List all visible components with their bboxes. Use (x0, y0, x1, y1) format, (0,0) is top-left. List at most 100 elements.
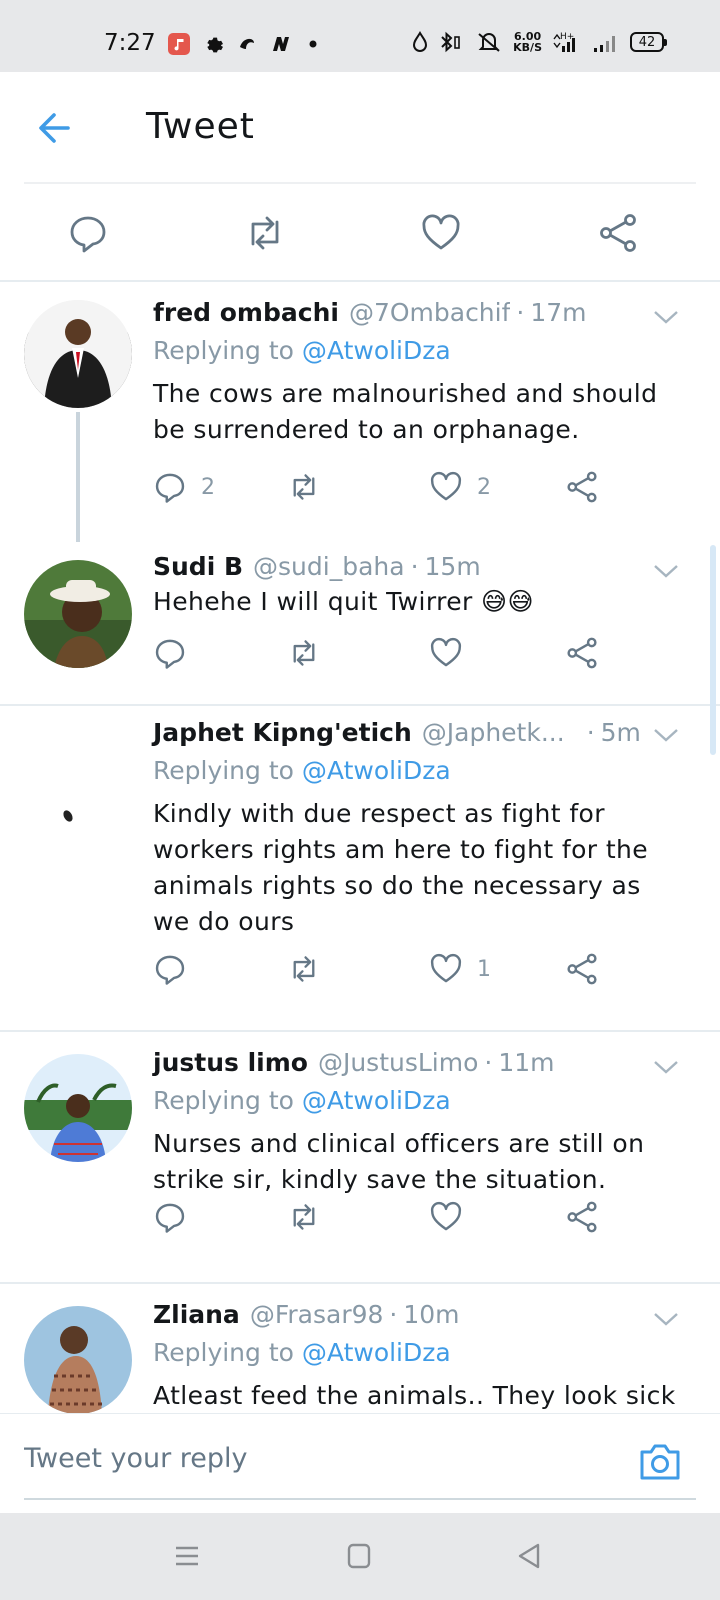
timestamp: 5m (600, 718, 641, 747)
share-icon (567, 1201, 597, 1233)
share-icon (567, 471, 597, 503)
like-heart-icon (430, 1201, 462, 1231)
reply-input[interactable] (24, 1436, 624, 1480)
reply-icon[interactable] (67, 212, 109, 254)
share-button[interactable] (565, 470, 599, 504)
like-count: 1 (477, 956, 491, 982)
status-indicators: 6.00 KB/S H+ 42 (411, 30, 667, 54)
scrollbar[interactable] (710, 545, 716, 755)
reply-text: The cows are malnourished and should be … (153, 379, 658, 444)
replying-to: Replying to @AtwoliDza (153, 336, 451, 365)
retweet-icon (293, 474, 315, 500)
reply-text: Atleast feed the animals.. They look sic… (153, 1381, 676, 1410)
mention-link[interactable]: @AtwoliDza (302, 1086, 451, 1115)
retweet-button[interactable] (287, 952, 321, 986)
back-arrow-icon[interactable] (34, 108, 74, 148)
app-notification-icon (236, 33, 258, 55)
reply-text: Kindly with due respect as fight for wor… (153, 799, 649, 936)
chevron-down-icon[interactable] (652, 562, 680, 580)
timestamp: 15m (424, 552, 481, 581)
like-button[interactable]: 2 (429, 470, 491, 504)
reply-header: Zliana @Frasar98 · 10m (153, 1300, 650, 1329)
reply-button[interactable] (153, 636, 201, 670)
chevron-down-icon[interactable] (652, 1058, 680, 1076)
reply-icon (155, 1203, 185, 1233)
chevron-down-icon[interactable] (652, 726, 680, 744)
timestamp: 17m (530, 298, 587, 327)
signal-strength-icon (594, 36, 615, 52)
retweet-button[interactable] (287, 636, 321, 670)
menu-icon[interactable] (170, 1541, 204, 1571)
reply-header: fred ombachi @7Ombachif · 17m (153, 298, 650, 327)
reply-item[interactable]: Japhet Kipng'etich @Japhetk... · 5m Repl… (0, 706, 720, 1032)
author-name[interactable]: Sudi B (153, 552, 243, 581)
chevron-down-icon[interactable] (652, 1310, 680, 1328)
avatar[interactable] (24, 1054, 132, 1162)
author-handle: @sudi_baha (253, 552, 405, 581)
music-app-icon (168, 33, 190, 55)
replying-to: Replying to @AtwoliDza (153, 1086, 451, 1115)
mention-link[interactable]: @AtwoliDza (302, 1338, 451, 1367)
reply-item[interactable]: fred ombachi @7Ombachif · 17m Replying t… (0, 282, 720, 542)
author-handle: @JustusLimo (317, 1048, 479, 1077)
replying-to: Replying to @AtwoliDza (153, 756, 451, 785)
like-button[interactable]: 1 (429, 952, 491, 986)
author-handle: @Frasar98 (249, 1300, 384, 1329)
top-app-bar: Tweet (0, 72, 720, 182)
mention-link[interactable]: @AtwoliDza (302, 336, 451, 365)
reply-actions: 1 (153, 952, 680, 988)
reply-count: 2 (201, 474, 215, 500)
share-button[interactable] (565, 636, 599, 670)
share-icon[interactable] (597, 212, 639, 254)
separator-dot: · (389, 1300, 398, 1329)
author-name[interactable]: Zliana (153, 1300, 240, 1329)
reply-header: Sudi B @sudi_baha · 15m (153, 552, 650, 581)
reply-header: justus limo @JustusLimo · 11m (153, 1048, 650, 1077)
reply-item[interactable]: Zliana @Frasar98 · 10m Replying to @Atwo… (0, 1284, 720, 1413)
author-name[interactable]: justus limo (153, 1048, 308, 1077)
avatar[interactable] (24, 732, 132, 840)
camera-icon[interactable] (638, 1442, 682, 1482)
like-count: 2 (477, 474, 491, 500)
reply-button[interactable]: 2 (153, 470, 215, 504)
separator-dot: · (484, 1048, 493, 1077)
like-button[interactable] (429, 636, 477, 670)
retweet-icon[interactable] (243, 212, 285, 254)
retweet-icon (293, 956, 315, 982)
news-app-icon (270, 33, 292, 55)
reply-button[interactable] (153, 952, 201, 986)
replying-to: Replying to @AtwoliDza (153, 1338, 451, 1367)
status-time: 7:27 (104, 30, 156, 56)
reply-header: Japhet Kipng'etich @Japhetk... · 5m (153, 718, 650, 747)
timestamp: 10m (403, 1300, 460, 1329)
avatar[interactable] (24, 1306, 132, 1413)
avatar[interactable] (24, 560, 132, 668)
like-heart-icon[interactable] (420, 212, 462, 254)
chevron-down-icon[interactable] (652, 308, 680, 326)
share-button[interactable] (565, 1200, 599, 1234)
vibrate-mute-icon (478, 33, 500, 52)
like-button[interactable] (429, 1200, 477, 1234)
reply-icon (155, 639, 185, 669)
mention-link[interactable]: @AtwoliDza (302, 756, 451, 785)
back-triangle-icon[interactable] (512, 1541, 546, 1571)
reply-button[interactable] (153, 1200, 201, 1234)
retweet-button[interactable] (287, 1200, 321, 1234)
reply-text: Hehehe I will quit Twirrer 😅😅 (153, 587, 534, 616)
share-button[interactable] (565, 952, 599, 986)
separator-dot: · (516, 298, 525, 327)
home-square-icon[interactable] (342, 1541, 376, 1571)
share-icon (567, 953, 597, 985)
avatar[interactable] (24, 300, 132, 408)
page-title: Tweet (146, 106, 255, 147)
reply-item[interactable]: justus limo @JustusLimo · 11m Replying t… (0, 1032, 720, 1284)
reply-composer (0, 1413, 720, 1513)
like-heart-icon (430, 637, 462, 667)
reply-actions (153, 636, 680, 672)
author-name[interactable]: fred ombachi (153, 298, 339, 327)
input-underline (24, 1498, 696, 1500)
reply-item[interactable]: Sudi B @sudi_baha · 15m Hehehe I will qu… (0, 536, 720, 706)
network-speed: 6.00 KB/S (513, 30, 542, 54)
retweet-button[interactable] (287, 470, 321, 504)
author-name[interactable]: Japhet Kipng'etich (153, 718, 412, 747)
